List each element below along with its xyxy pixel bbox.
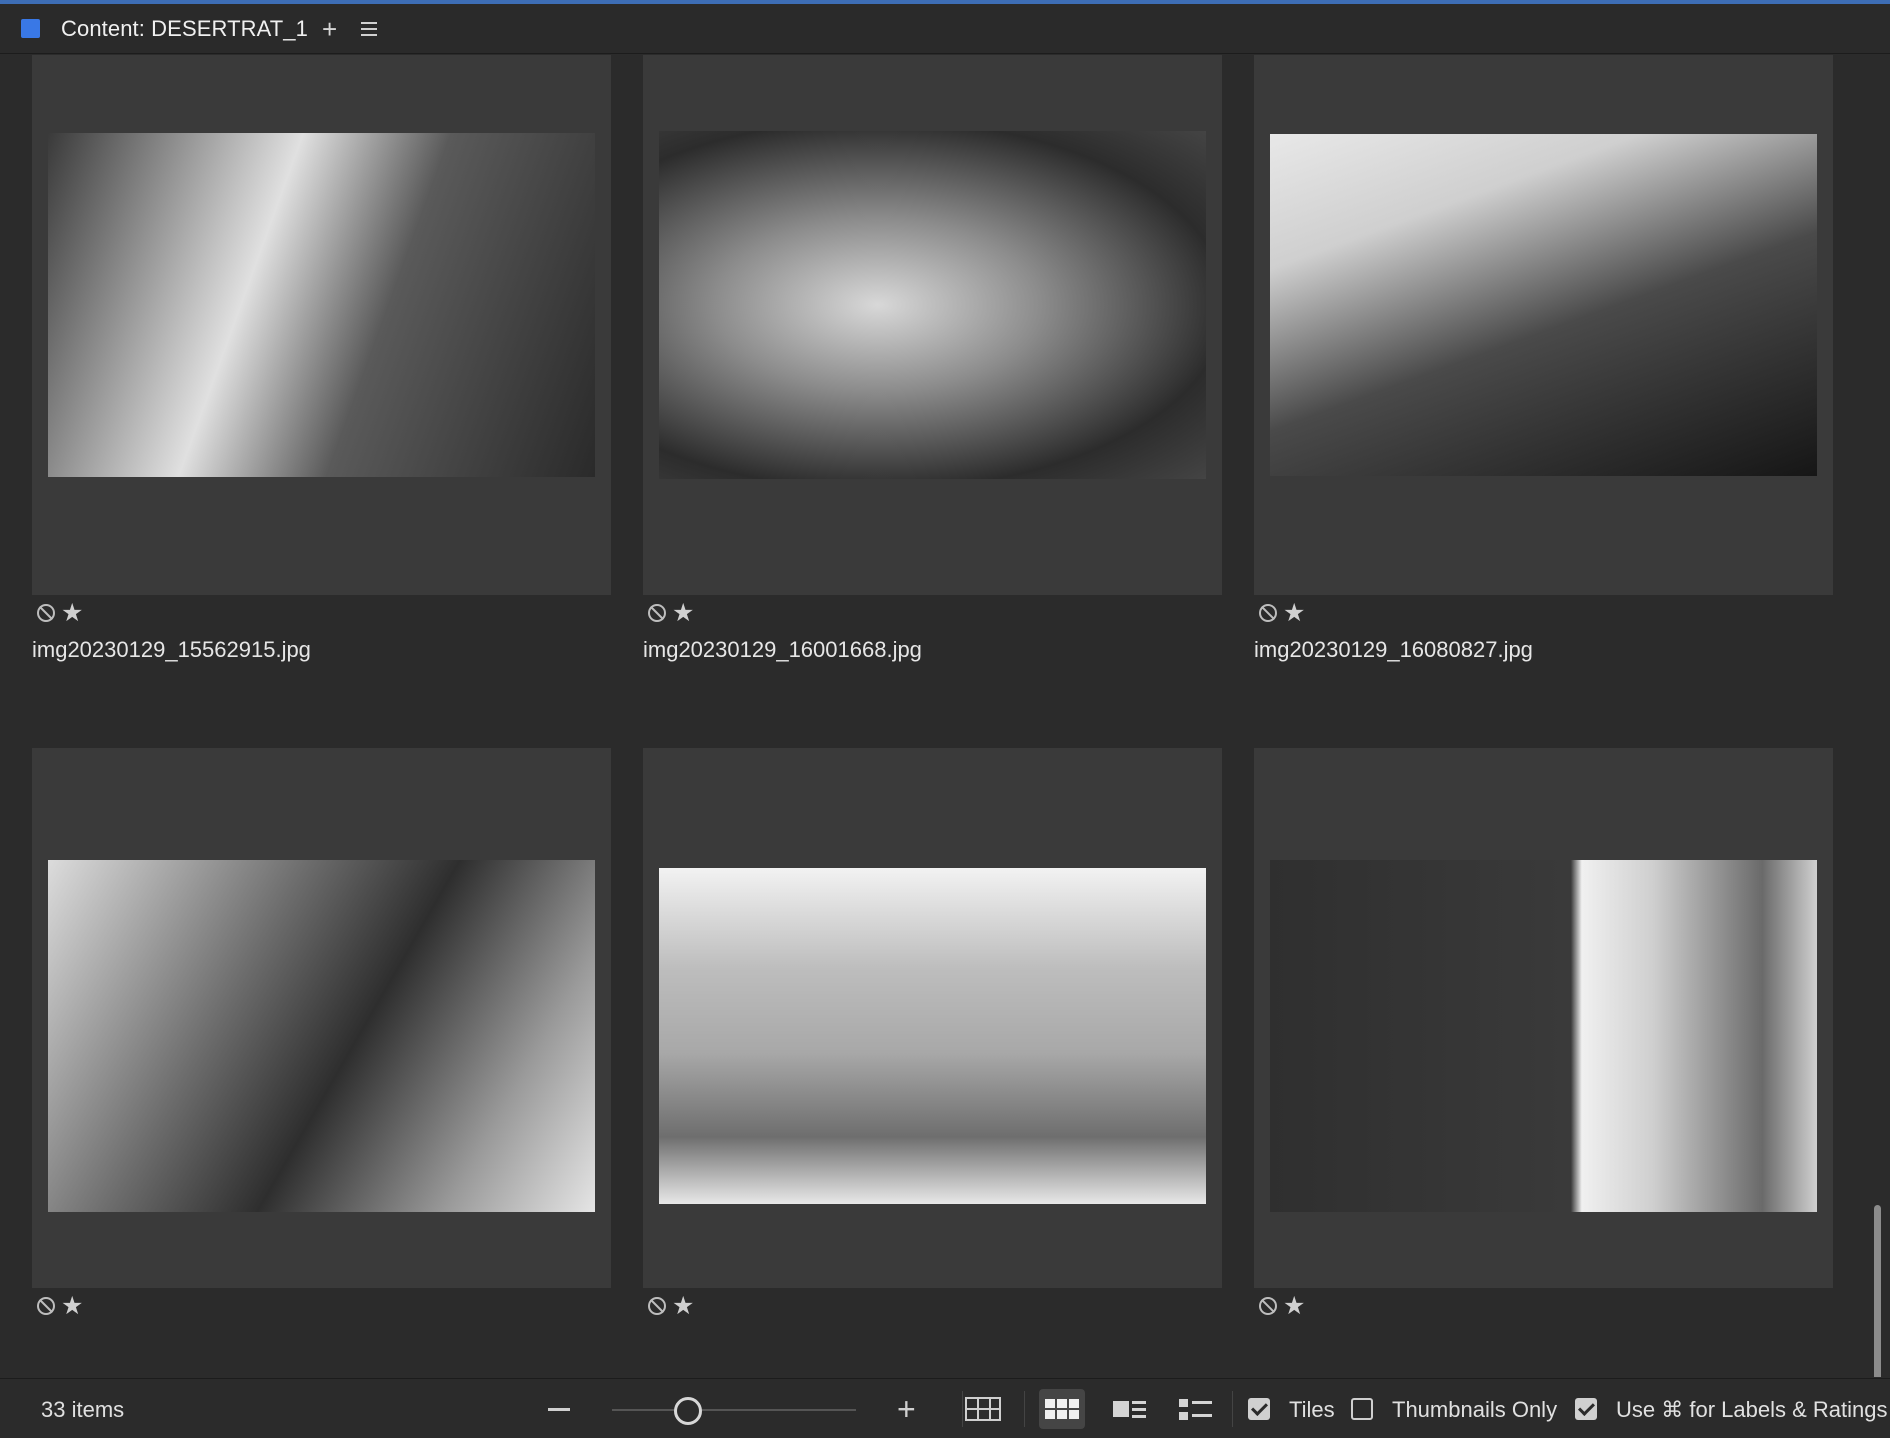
grid-view-locked-button[interactable] (960, 1389, 1006, 1429)
zoom-in-icon[interactable]: + (897, 1393, 916, 1425)
reject-icon[interactable] (1259, 604, 1277, 622)
list-view-button[interactable] (1106, 1389, 1152, 1429)
details-view-icon (1112, 1400, 1146, 1418)
thumbnail-grid-icon (1045, 1399, 1079, 1419)
content-tile[interactable]: ★ img20230129_16080827.jpg (1254, 55, 1833, 663)
thumbnail-frame[interactable] (1254, 748, 1833, 1288)
thumbnail-image[interactable] (1270, 860, 1817, 1212)
item-count: 33 items (41, 1397, 125, 1422)
reject-icon[interactable] (648, 604, 666, 622)
panel-menu-icon[interactable] (361, 21, 378, 36)
vertical-scrollbar[interactable] (1874, 1205, 1881, 1377)
thumbnail-frame[interactable] (32, 55, 611, 595)
content-tile[interactable]: ★ (1254, 748, 1833, 1324)
star-icon[interactable]: ★ (61, 600, 83, 626)
thumbnail-image[interactable] (659, 131, 1206, 479)
content-tile[interactable]: ★ (32, 748, 611, 1324)
content-grid: ★ img20230129_15562915.jpg ★ img20230129… (0, 55, 1890, 1377)
divider (1024, 1391, 1025, 1427)
thumbnail-size-slider[interactable] (612, 1409, 856, 1411)
tiles-checkbox[interactable] (1248, 1398, 1270, 1420)
panel-header: Content: DESERTRAT_1 + (0, 4, 1890, 54)
labels-ratings-checkbox[interactable] (1575, 1398, 1597, 1420)
slider-thumb[interactable] (674, 1397, 702, 1425)
tile-rating: ★ (1254, 1288, 1833, 1324)
thumbnail-frame[interactable] (1254, 55, 1833, 595)
tile-rating: ★ (32, 595, 611, 631)
panel-title: Content: DESERTRAT_1 (61, 15, 308, 41)
star-icon[interactable]: ★ (1283, 600, 1305, 626)
tile-rating: ★ (32, 1288, 611, 1324)
content-footer: 33 items + Tiles Thumbnails Only Use ⌘ f… (0, 1378, 1890, 1438)
tile-filename: img20230129_16080827.jpg (1254, 637, 1533, 662)
add-tab-button[interactable]: + (322, 16, 337, 42)
thumbnails-only-label[interactable]: Thumbnails Only (1392, 1397, 1557, 1423)
thumbnail-frame[interactable] (32, 748, 611, 1288)
thumbnail-image[interactable] (659, 868, 1206, 1204)
reject-icon[interactable] (37, 1297, 55, 1315)
grid-view-open-icon (965, 1397, 1001, 1421)
list-view-icon (1178, 1398, 1212, 1420)
star-icon[interactable]: ★ (672, 600, 694, 626)
divider (1232, 1391, 1233, 1427)
star-icon[interactable]: ★ (672, 1293, 694, 1319)
tile-rating: ★ (1254, 595, 1833, 631)
tile-rating: ★ (643, 595, 1222, 631)
thumbnail-frame[interactable] (643, 748, 1222, 1288)
thumbnail-view-button[interactable] (1039, 1389, 1085, 1429)
tile-rating: ★ (643, 1288, 1222, 1324)
thumbnail-image[interactable] (1270, 134, 1817, 476)
reject-icon[interactable] (648, 1297, 666, 1315)
thumbnail-frame[interactable] (643, 55, 1222, 595)
reject-icon[interactable] (37, 604, 55, 622)
star-icon[interactable]: ★ (61, 1293, 83, 1319)
zoom-out-icon[interactable] (548, 1408, 570, 1411)
details-view-button[interactable] (1172, 1389, 1218, 1429)
tile-filename: img20230129_15562915.jpg (32, 637, 311, 662)
thumbnail-image[interactable] (48, 860, 595, 1212)
content-tile[interactable]: ★ img20230129_16001668.jpg (643, 55, 1222, 663)
thumbnails-only-checkbox[interactable] (1351, 1398, 1373, 1420)
tiles-label[interactable]: Tiles (1289, 1397, 1335, 1423)
labels-ratings-label[interactable]: Use ⌘ for Labels & Ratings (1616, 1397, 1887, 1423)
tile-filename: img20230129_16001668.jpg (643, 637, 922, 662)
content-tile[interactable]: ★ img20230129_15562915.jpg (32, 55, 611, 663)
content-tile[interactable]: ★ (643, 748, 1222, 1324)
reject-icon[interactable] (1259, 1297, 1277, 1315)
star-icon[interactable]: ★ (1283, 1293, 1305, 1319)
panel-color-icon (21, 19, 40, 38)
thumbnail-image[interactable] (48, 133, 595, 477)
